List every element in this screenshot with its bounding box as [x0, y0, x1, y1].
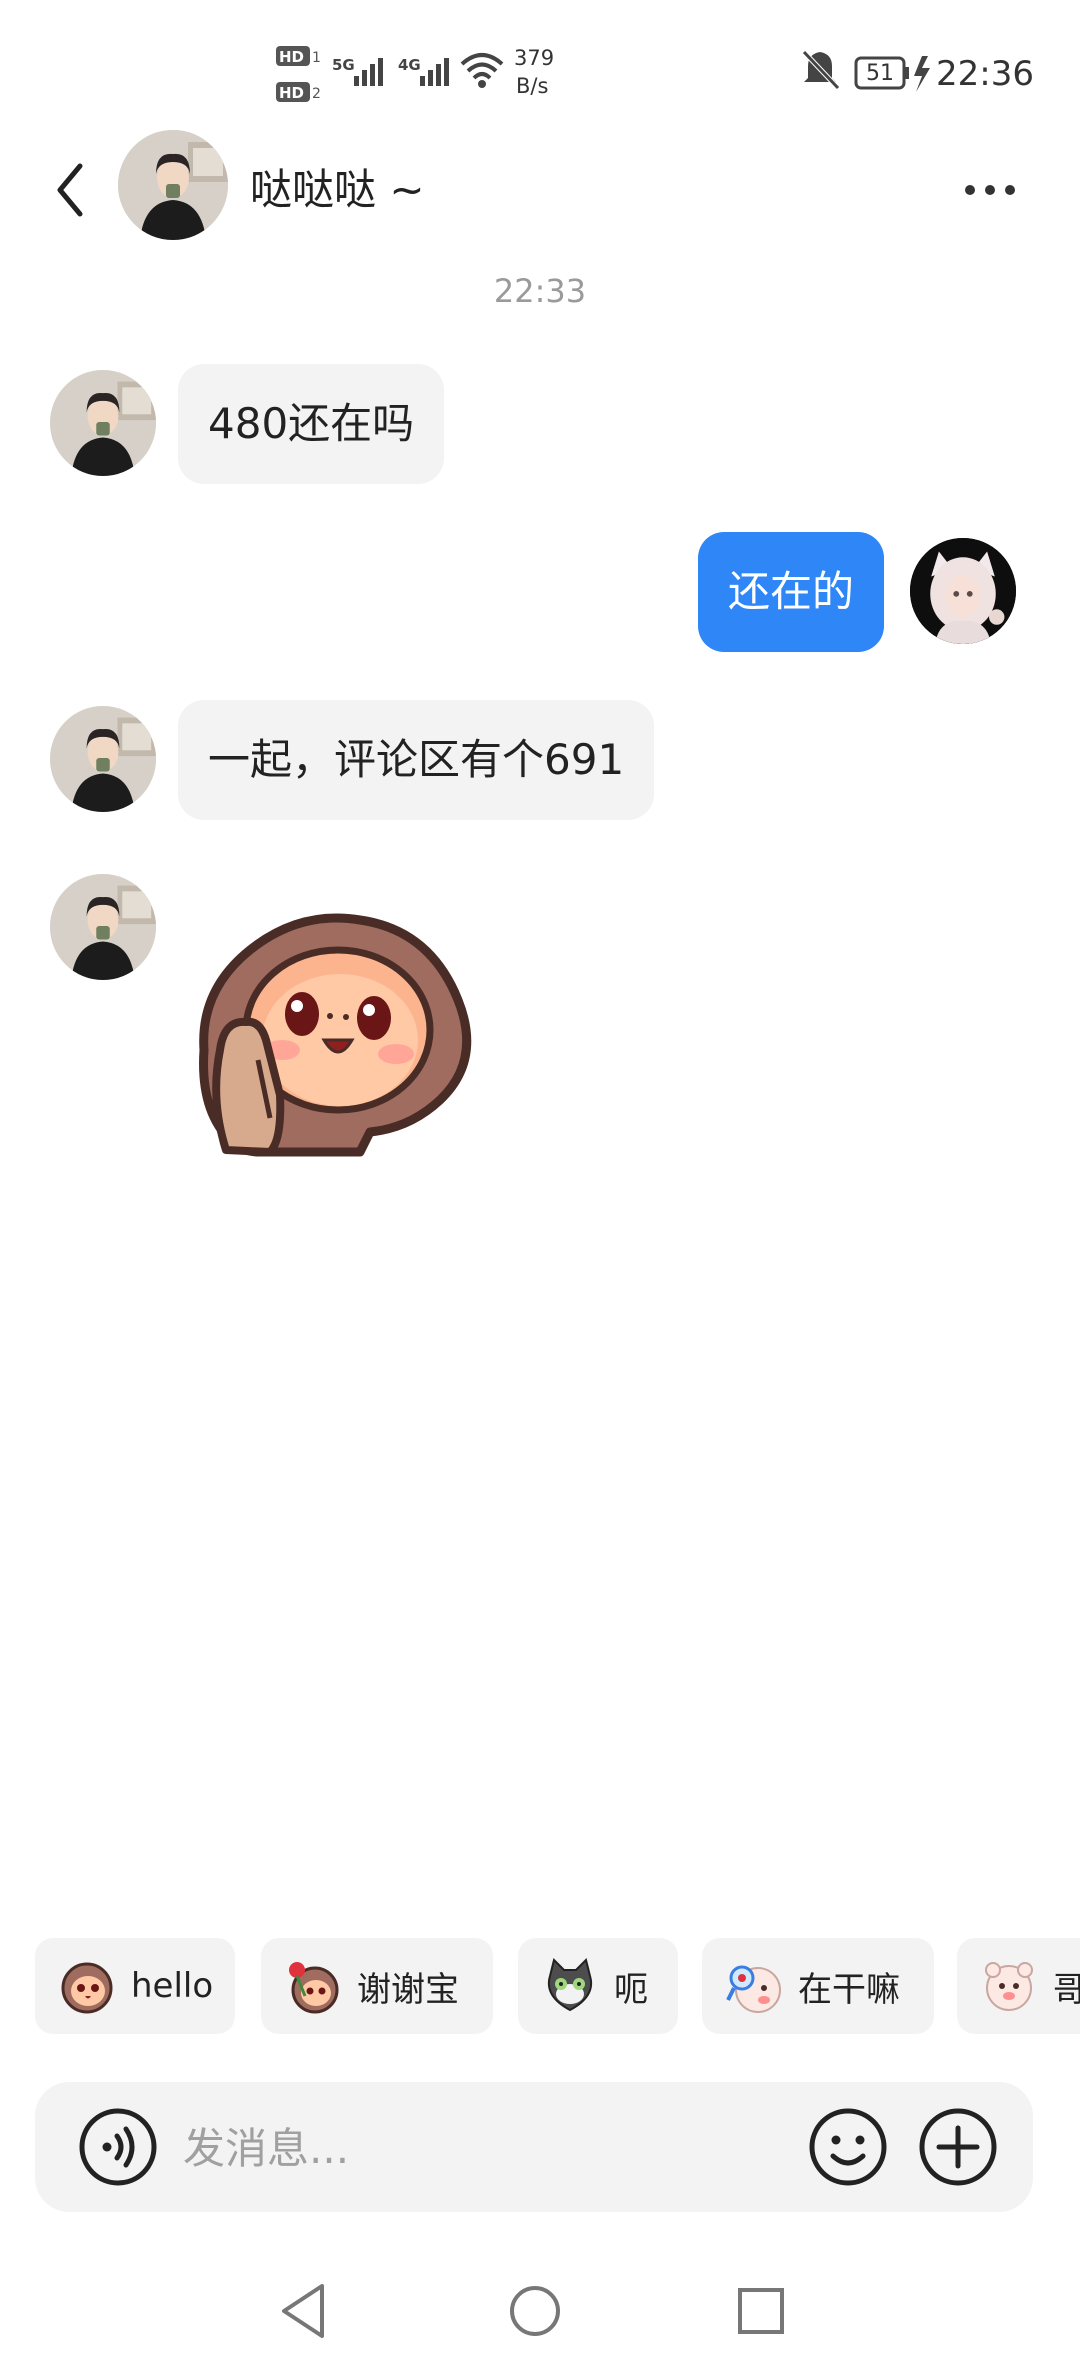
smiley-icon	[809, 2108, 887, 2186]
network-speed-unit: B/s	[516, 74, 549, 98]
contact-photo	[50, 370, 156, 476]
quick-sticker-label: 谢谢宝	[357, 1969, 459, 2010]
voice-wave-icon	[79, 2108, 157, 2186]
more-dot	[1005, 185, 1015, 195]
quick-sticker-label: 呃	[614, 1969, 648, 2010]
network-speed-value: 379	[514, 46, 555, 70]
svg-text:2: 2	[312, 86, 321, 102]
plus-circle-icon	[919, 2108, 997, 2186]
cat-icon	[548, 1958, 592, 2012]
monkey-rose-icon	[289, 1962, 339, 2014]
message-input[interactable]	[181, 2110, 785, 2186]
message-timestamp: 22:33	[493, 272, 587, 310]
battery-level: 51	[866, 61, 894, 86]
back-button[interactable]	[40, 150, 100, 230]
quick-sticker-thanks[interactable]: 谢谢宝	[261, 1938, 493, 2034]
bear-icon	[985, 1962, 1033, 2011]
quick-sticker-label: 哥	[1053, 1969, 1080, 2010]
monkey-sticker-icon	[199, 913, 472, 1157]
quick-sticker-hello[interactable]: hello	[35, 1938, 235, 2034]
monkey-waving-sticker[interactable]	[190, 890, 480, 1170]
contact-avatar[interactable]	[50, 874, 156, 980]
contact-photo	[118, 130, 228, 240]
svg-text:1: 1	[312, 50, 321, 66]
system-nav-bar	[0, 2240, 1080, 2376]
message-input-bar	[35, 2082, 1033, 2212]
more-dot	[985, 185, 995, 195]
more-dot	[965, 185, 975, 195]
contact-avatar[interactable]	[50, 370, 156, 476]
status-time: 22:36	[936, 54, 1034, 94]
message-bubble-incoming[interactable]: 一起，评论区有个691	[178, 700, 655, 820]
svg-text:5G: 5G	[332, 56, 355, 74]
quick-sticker-bar: hello 谢谢宝 呃 在干嘛 哥	[35, 1938, 1080, 2034]
nav-home-icon[interactable]	[500, 2276, 570, 2346]
quick-sticker-label: hello	[131, 1966, 214, 2006]
nav-back-icon[interactable]	[270, 2276, 340, 2346]
more-options-button[interactable]	[955, 160, 1025, 220]
monkey-icon	[61, 1962, 113, 2014]
contact-name: 哒哒哒 ~	[250, 165, 425, 214]
more-actions-button[interactable]	[915, 2104, 1001, 2190]
my-photo	[910, 538, 1016, 644]
svg-text:4G: 4G	[398, 56, 421, 74]
status-bar: HD 1 HD 2 5G 4G 379 B/s 51 22:36	[0, 0, 1080, 120]
quick-sticker-uh[interactable]: 呃	[518, 1938, 678, 2034]
quick-sticker-bro[interactable]: 哥	[957, 1938, 1080, 2034]
hd1-badge-text: HD	[279, 48, 304, 66]
voice-button[interactable]	[75, 2104, 161, 2190]
chat-header: 哒哒哒 ~	[0, 120, 1080, 260]
my-avatar[interactable]	[910, 538, 1016, 644]
message-bubble-outgoing[interactable]: 还在的	[697, 532, 884, 652]
message-bubble-incoming[interactable]: 480还在吗	[178, 364, 445, 484]
emoji-button[interactable]	[805, 2104, 891, 2190]
contact-avatar[interactable]	[50, 706, 156, 812]
contact-photo	[50, 874, 156, 980]
quick-sticker-label: 在干嘛	[798, 1969, 900, 2010]
quick-sticker-what-doing[interactable]: 在干嘛	[702, 1938, 934, 2034]
chevron-left-icon	[57, 163, 83, 217]
nav-recents-icon[interactable]	[726, 2276, 796, 2346]
svg-text:HD: HD	[279, 84, 304, 102]
contact-photo	[50, 706, 156, 812]
contact-avatar[interactable]	[118, 130, 228, 240]
bear-magnifier-icon	[726, 1965, 781, 2013]
